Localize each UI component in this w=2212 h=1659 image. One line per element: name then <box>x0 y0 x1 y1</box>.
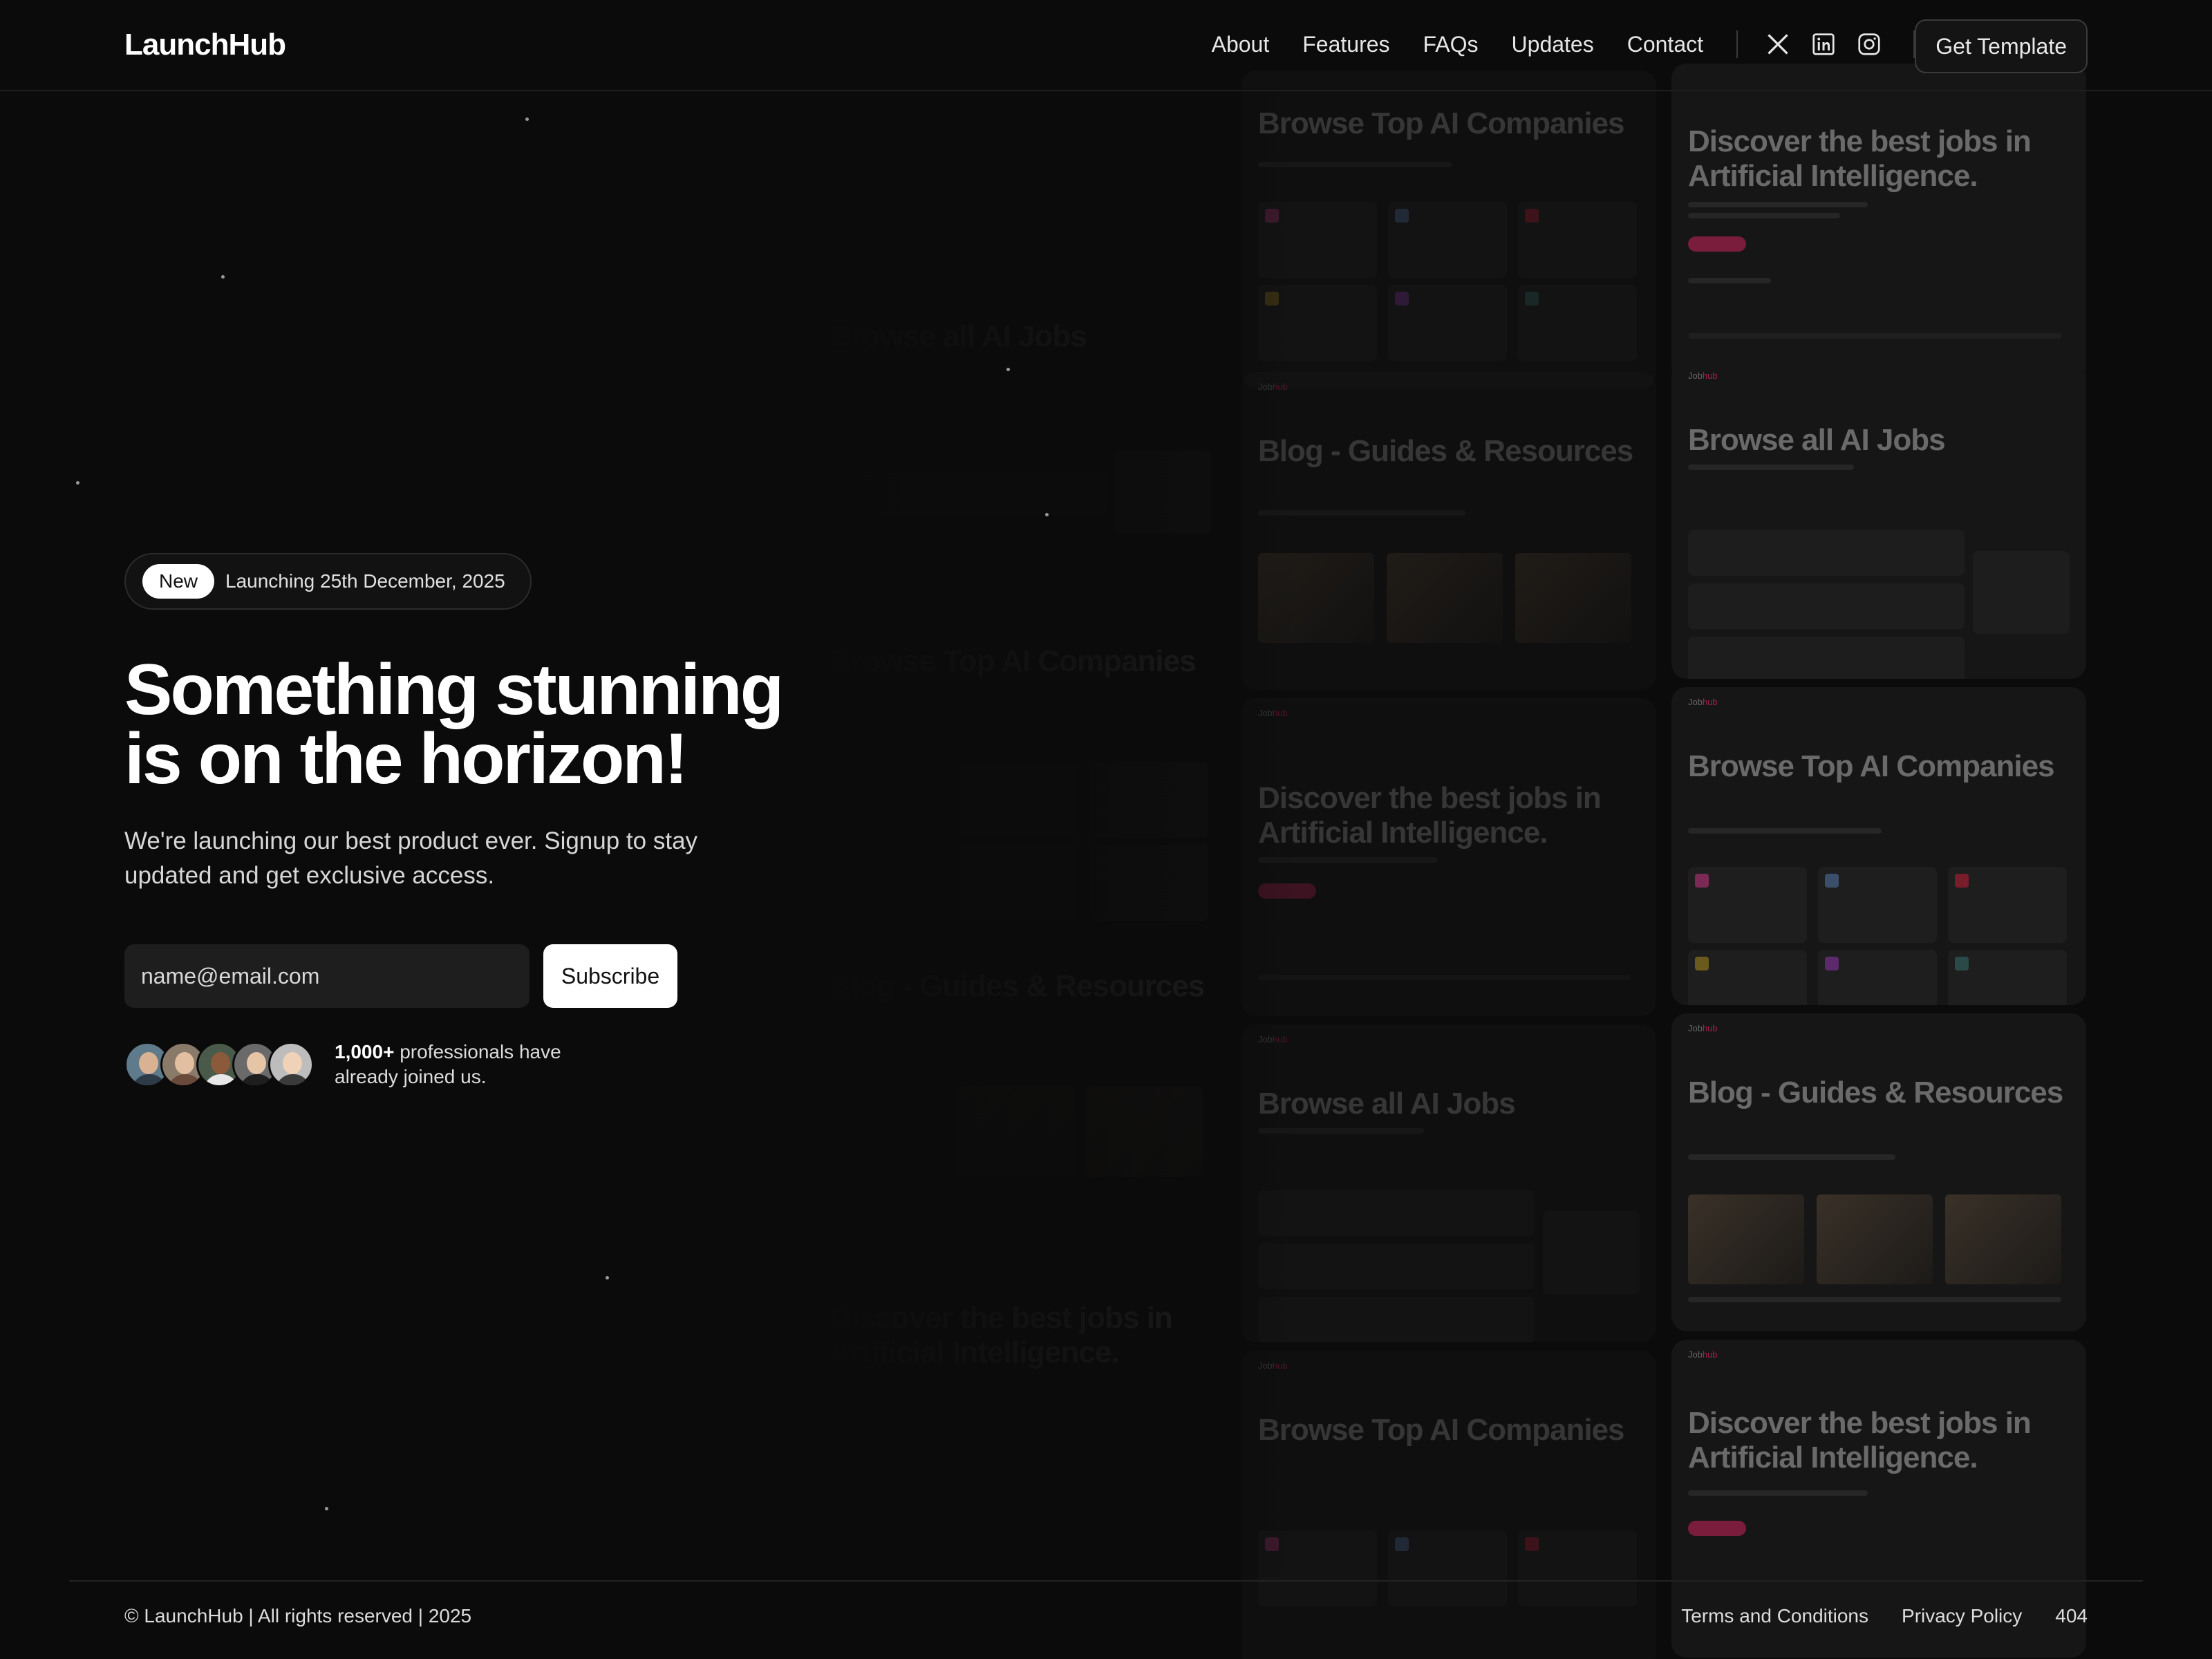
nav-divider <box>1736 30 1738 58</box>
preview-title: Discover the best jobs in Artificial Int… <box>1688 124 2032 193</box>
star-dot <box>606 1276 609 1280</box>
star-dot <box>1006 368 1010 371</box>
preview-card-companies: Jobhub Browse Top AI Companies <box>1671 687 2086 1005</box>
joined-count-text: 1,000+ professionals have already joined… <box>335 1041 561 1087</box>
star-dot <box>76 481 79 485</box>
page: LaunchHub About Features FAQs Updates Co… <box>0 0 2212 1659</box>
social-links <box>1765 32 1882 57</box>
site-header: LaunchHub About Features FAQs Updates Co… <box>0 0 2212 91</box>
new-tag: New <box>142 564 215 599</box>
preview-title: Blog - Guides & Resources <box>1258 434 1633 468</box>
footer-links: Terms and Conditions Privacy Policy 404 <box>1681 1605 2088 1627</box>
preview-title: Browse all AI Jobs <box>1688 423 1946 457</box>
star-dot <box>525 118 529 121</box>
preview-title: Browse Top AI Companies <box>1688 749 2055 783</box>
preview-title: Browse Top AI Companies <box>1258 106 1625 140</box>
preview-card-jobs: Discover the best jobs in Artificial Int… <box>1671 64 2086 382</box>
privacy-link[interactable]: Privacy Policy <box>1902 1605 2022 1627</box>
star-dot <box>221 275 225 279</box>
terms-link[interactable]: Terms and Conditions <box>1681 1605 1868 1627</box>
preview-title: Discover the best jobs in Artificial Int… <box>1688 1406 2032 1474</box>
launch-date: Launching 25th December, 2025 <box>225 570 505 592</box>
preview-card-blog: Jobhub Blog - Guides & Resources <box>1671 1013 2086 1331</box>
preview-card-jobs: Jobhub Discover the best jobs in Artific… <box>1241 698 1656 1016</box>
preview-card-companies: Browse Top AI Companies <box>1241 71 1656 388</box>
preview-title: Discover the best jobs in Artificial Int… <box>1258 781 1602 850</box>
star-dot <box>1045 513 1049 516</box>
hero-subtitle: We're launching our best product ever. S… <box>124 827 698 889</box>
launch-badge: New Launching 25th December, 2025 <box>124 553 532 610</box>
main-nav: About Features FAQs Updates Contact <box>1179 30 1915 58</box>
star-dot <box>325 1507 328 1510</box>
signup-form: Subscribe <box>124 944 816 1008</box>
404-link[interactable]: 404 <box>2055 1605 2088 1627</box>
logo[interactable]: LaunchHub <box>124 28 286 62</box>
instagram-icon[interactable] <box>1857 32 1882 57</box>
linkedin-icon[interactable] <box>1811 32 1836 57</box>
avatar <box>268 1042 314 1087</box>
nav-updates[interactable]: Updates <box>1512 32 1594 57</box>
email-input[interactable] <box>124 944 529 1008</box>
nav-features[interactable]: Features <box>1302 32 1389 57</box>
hero-headline: Something stunning is on the horizon! <box>124 650 784 799</box>
preview-fade-overlay <box>816 91 1300 1577</box>
site-footer: © LaunchHub | All rights reserved | 2025… <box>69 1580 2143 1659</box>
social-proof: 1,000+ professionals have already joined… <box>124 1040 816 1089</box>
nav-contact[interactable]: Contact <box>1627 32 1703 57</box>
preview-brand: Jobhub <box>1688 1023 1718 1033</box>
nav-faqs[interactable]: FAQs <box>1423 32 1479 57</box>
preview-brand: Jobhub <box>1688 371 1718 381</box>
preview-title: Browse Top AI Companies <box>1258 1413 1625 1447</box>
preview-card-browse: Jobhub Browse all AI Jobs <box>1241 1024 1656 1342</box>
preview-title: Browse all AI Jobs <box>1258 1087 1516 1121</box>
copyright: © LaunchHub | All rights reserved | 2025 <box>124 1605 472 1627</box>
x-icon[interactable] <box>1765 32 1790 57</box>
preview-brand: Jobhub <box>1688 1349 1718 1360</box>
preview-card-browse: Jobhub Browse all AI Jobs <box>1671 361 2086 679</box>
get-template-button[interactable]: Get Template <box>1915 19 2088 73</box>
subscribe-button[interactable]: Subscribe <box>543 944 677 1008</box>
preview-title: Blog - Guides & Resources <box>1688 1076 2063 1109</box>
avatar-group <box>124 1042 314 1087</box>
template-preview-collage: Discover the best jobs in Artificial Int… <box>816 64 2212 1659</box>
nav-about[interactable]: About <box>1212 32 1270 57</box>
preview-brand: Jobhub <box>1688 697 1718 707</box>
hero-section: New Launching 25th December, 2025 Someth… <box>124 553 816 1089</box>
preview-card-blog: Jobhub Blog - Guides & Resources <box>1241 372 1656 690</box>
